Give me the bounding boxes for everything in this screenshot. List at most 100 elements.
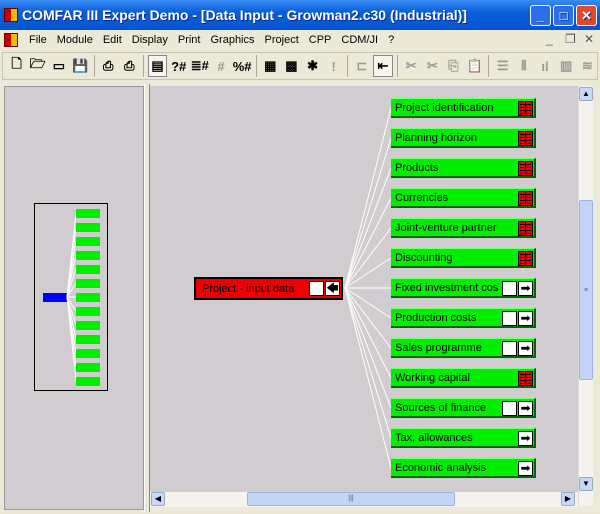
- menu-print[interactable]: Print: [173, 34, 206, 46]
- blank-icon: [502, 341, 517, 356]
- tree-node[interactable]: Project identification: [391, 98, 536, 118]
- cut-icon[interactable]: ✂: [402, 55, 421, 77]
- scroll-down-button[interactable]: ▼: [579, 477, 593, 491]
- connector-line: [344, 107, 392, 289]
- percent-number-icon[interactable]: %#: [233, 55, 252, 77]
- new-icon[interactable]: 🗋: [7, 55, 26, 77]
- tree-node[interactable]: Working capital: [391, 368, 536, 388]
- menu-cpp[interactable]: CPP: [304, 34, 337, 46]
- minimize-button[interactable]: _: [530, 5, 551, 26]
- overview-node: [76, 293, 100, 302]
- tree-expand-icon[interactable]: ⊏: [352, 55, 371, 77]
- arrow-right-icon[interactable]: ➡: [518, 341, 533, 356]
- tree-node[interactable]: Products: [391, 158, 536, 178]
- tree-node-label: Tax, allowances: [395, 431, 473, 444]
- scroll-right-button[interactable]: ▶: [561, 492, 575, 506]
- scroll-left-button[interactable]: ◀: [151, 492, 165, 506]
- tree-node[interactable]: Economic analysis ➡: [391, 458, 536, 478]
- cut-percent-icon[interactable]: ✂: [423, 55, 442, 77]
- query-number-icon[interactable]: ?#: [169, 55, 188, 77]
- toolbar: 🗋 🗁 ▭ 💾 ⎙ ⎙ ▤ ?# ≣# # %# ▦ ▩ ✱! ⊏ ⇤ ✂ ✂ ⎘ 📋 ☰ ⦀ ıl ▥ ≋: [2, 52, 598, 80]
- overview-node: [76, 321, 100, 330]
- bars-icon[interactable]: ıl: [535, 55, 554, 77]
- new-item-icon[interactable]: ✱: [303, 55, 322, 77]
- arrow-right-icon[interactable]: ➡: [518, 401, 533, 416]
- print-setup-icon[interactable]: ⎙: [120, 55, 139, 77]
- table-icon[interactable]: [518, 161, 533, 176]
- exclamation-icon[interactable]: !: [324, 55, 343, 77]
- tree-node[interactable]: Currencies: [391, 188, 536, 208]
- arrow-right-icon[interactable]: ➡: [518, 431, 533, 446]
- close-button[interactable]: ✕: [576, 5, 597, 26]
- menu-graphics[interactable]: Graphics: [205, 34, 259, 46]
- tree-node[interactable]: Sales programme ➡: [391, 338, 536, 358]
- save-icon[interactable]: 💾: [70, 55, 89, 77]
- overview-viewport[interactable]: [34, 203, 108, 391]
- arrow-left-icon[interactable]: 🡄: [325, 281, 340, 296]
- rows-icon[interactable]: ☰: [493, 55, 512, 77]
- connector-line: [344, 287, 392, 409]
- menu-project[interactable]: Project: [260, 34, 304, 46]
- menu-help[interactable]: ?: [383, 34, 399, 46]
- connector-line: [344, 287, 392, 349]
- menu-bar: File Module Edit Display Print Graphics Projec…: [0, 30, 600, 50]
- horizontal-scroll-thumb[interactable]: |||: [247, 492, 455, 506]
- maximize-button[interactable]: □: [553, 5, 574, 26]
- list-number-icon[interactable]: ≣#: [190, 55, 209, 77]
- overview-root-node: [43, 293, 67, 302]
- mdi-close-button[interactable]: ✕: [584, 32, 594, 46]
- vertical-scroll-thumb[interactable]: ≡: [579, 200, 593, 380]
- arrow-right-icon[interactable]: ➡: [518, 281, 533, 296]
- columns-icon[interactable]: ⦀: [514, 55, 533, 77]
- scroll-up-button[interactable]: ▲: [579, 87, 593, 101]
- grid-icon[interactable]: ▦: [261, 55, 280, 77]
- calculator-icon[interactable]: ▩: [282, 55, 301, 77]
- table-icon[interactable]: [518, 221, 533, 236]
- tree-node[interactable]: Discounting: [391, 248, 536, 268]
- tree-node-label: Working capital: [395, 371, 470, 384]
- connector-line: [344, 287, 392, 439]
- overview-node: [76, 209, 100, 218]
- root-node[interactable]: Project - input data 🡄: [194, 277, 343, 300]
- chart-icon[interactable]: ▥: [557, 55, 576, 77]
- overview-node: [76, 307, 100, 316]
- menu-file[interactable]: File: [24, 34, 52, 46]
- curves-icon[interactable]: ≋: [578, 55, 597, 77]
- table-icon[interactable]: [518, 191, 533, 206]
- table-icon[interactable]: [518, 131, 533, 146]
- copy-icon[interactable]: ⎘: [444, 55, 463, 77]
- paste-icon[interactable]: 📋: [465, 55, 484, 77]
- tree-node-label: Fixed investment cos: [395, 281, 499, 294]
- arrow-right-icon[interactable]: ➡: [518, 461, 533, 476]
- horizontal-scrollbar[interactable]: ◀ ||| ▶: [150, 492, 578, 507]
- tree-node[interactable]: Production costs ➡: [391, 308, 536, 328]
- blank-icon: [502, 311, 517, 326]
- tree-node[interactable]: Tax, allowances ➡: [391, 428, 536, 448]
- table-icon[interactable]: [518, 251, 533, 266]
- menu-edit[interactable]: Edit: [98, 34, 127, 46]
- input-form-icon[interactable]: ▤: [147, 55, 168, 77]
- mdi-minimize-button[interactable]: _: [546, 32, 553, 46]
- mdi-restore-button[interactable]: ❐: [565, 32, 576, 46]
- overview-node: [76, 237, 100, 246]
- tree-input-icon[interactable]: ⇤: [373, 55, 393, 77]
- menu-module[interactable]: Module: [52, 34, 98, 46]
- folder-icon[interactable]: ▭: [49, 55, 68, 77]
- table-icon[interactable]: [518, 101, 533, 116]
- document-icon[interactable]: [4, 33, 18, 47]
- arrow-right-icon[interactable]: ➡: [518, 311, 533, 326]
- table-icon[interactable]: [518, 371, 533, 386]
- tree-node[interactable]: Joint-venture partner: [391, 218, 536, 238]
- menu-cdmji[interactable]: CDM/JI: [336, 34, 383, 46]
- print-icon[interactable]: ⎙: [99, 55, 118, 77]
- tree-node-label: Economic analysis: [395, 461, 487, 474]
- tree-node[interactable]: Planning horizon: [391, 128, 536, 148]
- open-icon[interactable]: 🗁: [28, 55, 47, 77]
- overview-pane[interactable]: [4, 86, 144, 510]
- overview-node: [76, 377, 100, 386]
- hash-icon[interactable]: #: [211, 55, 230, 77]
- tree-node[interactable]: Fixed investment cos ➡: [391, 278, 536, 298]
- vertical-scrollbar[interactable]: ▲ ≡ ▼: [578, 86, 593, 506]
- tree-node[interactable]: Sources of finance ➡: [391, 398, 536, 418]
- menu-display[interactable]: Display: [127, 34, 173, 46]
